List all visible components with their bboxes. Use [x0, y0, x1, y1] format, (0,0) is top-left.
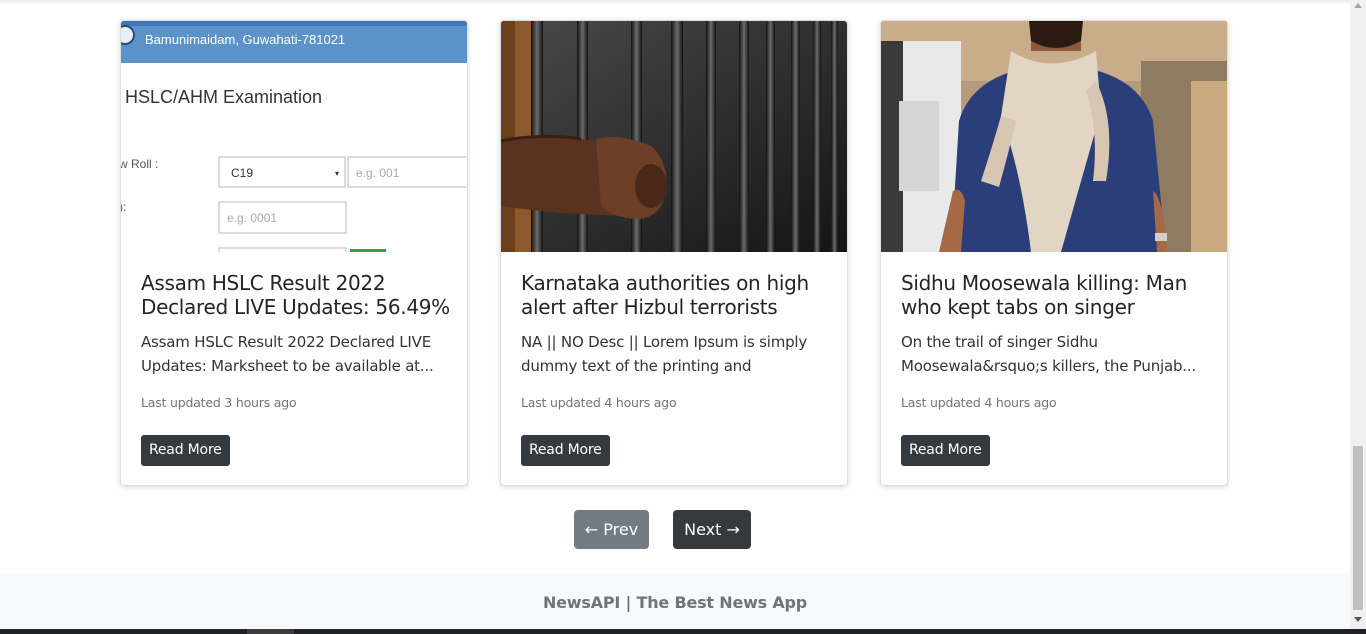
- image-select-value: C19: [231, 166, 253, 180]
- scroll-down-arrow-icon[interactable]: [1354, 617, 1362, 622]
- news-card: Karnataka authorities on high alert afte…: [500, 20, 848, 486]
- news-card-image: [881, 21, 1227, 252]
- news-grid: Bamunimaidam, Guwahati-781021 HSLC/AHM E…: [0, 0, 1350, 490]
- footer-text: NewsAPI | The Best News App: [542, 593, 808, 612]
- news-card-description: NA || NO Desc || Lorem Ipsum is simply d…: [521, 333, 808, 375]
- news-card-updated: Last updated 3 hours ago: [141, 395, 297, 410]
- news-card-image: [501, 21, 847, 252]
- next-page-button[interactable]: Next →: [673, 510, 751, 549]
- news-card-description: On the trail of singer Sidhu Moosewala&r…: [901, 333, 1196, 375]
- news-card-updated: Last updated 4 hours ago: [521, 395, 677, 410]
- news-card: Sidhu Moosewala killing: Man who kept ta…: [880, 20, 1228, 486]
- news-card-title: Assam HSLC Result 2022 Declared LIVE Upd…: [141, 271, 450, 319]
- prev-page-button[interactable]: ← Prev: [574, 510, 649, 549]
- news-card-image: Bamunimaidam, Guwahati-781021 HSLC/AHM E…: [121, 21, 467, 252]
- news-card-title: Sidhu Moosewala killing: Man who kept ta…: [901, 271, 1187, 319]
- vertical-scrollbar[interactable]: [1350, 0, 1366, 629]
- image-address-text: Bamunimaidam, Guwahati-781021: [145, 32, 345, 47]
- taskbar-strip: [0, 629, 1366, 634]
- image-number-placeholder: e.g. 0001: [227, 211, 277, 225]
- news-card-title: Karnataka authorities on high alert afte…: [521, 271, 809, 319]
- read-more-button[interactable]: Read More: [901, 435, 990, 466]
- scroll-up-arrow-icon[interactable]: [1354, 3, 1362, 8]
- news-card-updated: Last updated 4 hours ago: [901, 395, 1057, 410]
- news-card-body: Karnataka authorities on high alert afte…: [521, 271, 831, 410]
- image-colon-label: ):: [121, 200, 126, 214]
- news-card-body: Sidhu Moosewala killing: Man who kept ta…: [901, 271, 1211, 410]
- pagination: ← Prev Next →: [0, 510, 1350, 550]
- read-more-button[interactable]: Read More: [141, 435, 230, 466]
- svg-text:▾: ▾: [335, 169, 339, 178]
- image-roll-placeholder: e.g. 001: [356, 166, 400, 180]
- scrollbar-thumb[interactable]: [1353, 446, 1363, 610]
- news-card-description: Assam HSLC Result 2022 Declared LIVE Upd…: [141, 333, 434, 375]
- news-card: Bamunimaidam, Guwahati-781021 HSLC/AHM E…: [120, 20, 468, 486]
- image-roll-label: w Roll :: [121, 157, 158, 171]
- read-more-button[interactable]: Read More: [521, 435, 610, 466]
- footer: NewsAPI | The Best News App: [0, 573, 1350, 629]
- taskbar-item[interactable]: [247, 629, 294, 634]
- image-heading-text: HSLC/AHM Examination: [125, 87, 322, 107]
- news-card-body: Assam HSLC Result 2022 Declared LIVE Upd…: [141, 271, 451, 410]
